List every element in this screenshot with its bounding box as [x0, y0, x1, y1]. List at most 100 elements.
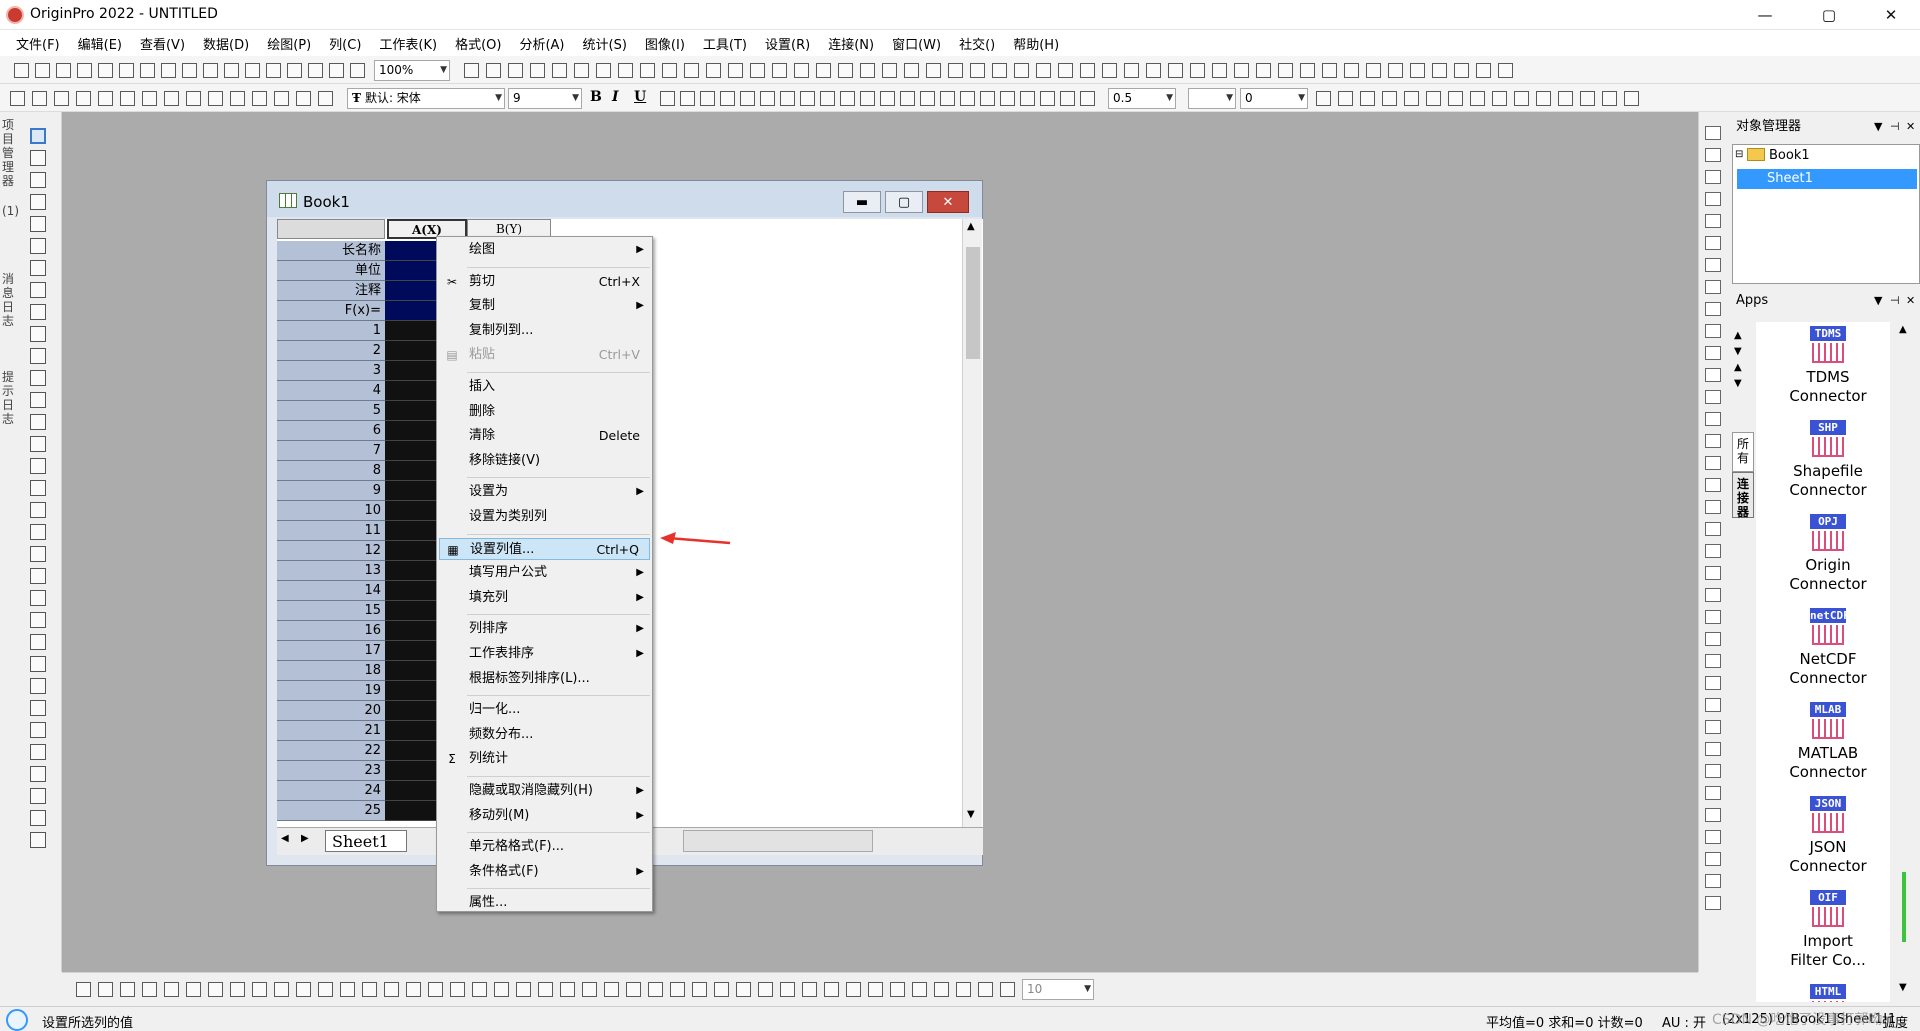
toolbar-icon[interactable] [296, 91, 311, 106]
toolbar-icon[interactable] [208, 91, 223, 106]
context-item-0[interactable]: 绘图 ▶ [439, 239, 650, 261]
toolbar-icon[interactable] [860, 63, 875, 78]
menu-item-4[interactable]: 绘图(P) [265, 32, 313, 55]
side-tool-icon[interactable] [1705, 610, 1721, 624]
toolbar-icon[interactable] [838, 63, 853, 78]
italic-button[interactable]: I [612, 89, 619, 105]
context-item-2[interactable]: ✂ 剪切 Ctrl+X [439, 271, 650, 293]
menu-item-16[interactable]: 帮助(H) [1011, 32, 1061, 55]
tool-icon[interactable] [30, 656, 46, 672]
row-number[interactable]: 15 [277, 601, 385, 621]
context-item-4[interactable]: 复制列到... [439, 320, 650, 342]
toolbar-icon[interactable] [648, 982, 663, 997]
column-a-cell[interactable] [385, 521, 437, 541]
zoom-combo[interactable]: 100% ▼ [374, 60, 450, 81]
toolbar-icon[interactable] [1470, 91, 1485, 106]
toolbar-icon[interactable] [840, 91, 855, 106]
side-tool-icon[interactable] [1705, 500, 1721, 514]
column-a-cell[interactable] [385, 541, 437, 561]
row-number[interactable]: 2 [277, 341, 385, 361]
minimize-button[interactable]: — [1742, 0, 1788, 30]
context-item-9[interactable]: 清除 Delete [439, 425, 650, 447]
toolbar-icon[interactable] [76, 91, 91, 106]
toolbar-icon[interactable] [1190, 63, 1205, 78]
fill-size-combo[interactable]: ▼ [1188, 88, 1236, 109]
toolbar-icon[interactable] [960, 91, 975, 106]
toolbar-icon[interactable] [1102, 63, 1117, 78]
tool-icon[interactable] [30, 260, 46, 276]
row-number[interactable]: 3 [277, 361, 385, 381]
menu-item-9[interactable]: 统计(S) [581, 32, 629, 55]
side-tool-icon[interactable] [1705, 566, 1721, 580]
toolbar-icon[interactable] [508, 63, 523, 78]
toolbar-icon[interactable] [287, 63, 302, 78]
scroll-thumb[interactable] [966, 247, 980, 359]
side-tool-icon[interactable] [1705, 390, 1721, 404]
side-tool-icon[interactable] [1705, 478, 1721, 492]
context-item-31[interactable]: 条件格式(F) ▶ [439, 861, 650, 883]
tool-icon[interactable] [30, 568, 46, 584]
toolbar-icon[interactable] [472, 982, 487, 997]
column-a-cell[interactable] [385, 621, 437, 641]
tool-icon[interactable] [30, 282, 46, 298]
toolbar-icon[interactable] [252, 982, 267, 997]
toolbar-icon[interactable] [1300, 63, 1315, 78]
context-item-12[interactable]: 设置为 ▶ [439, 481, 650, 503]
menu-item-11[interactable]: 工具(T) [701, 32, 749, 55]
workbook-title-bar[interactable]: Book1 ▬ ▢ ✕ [267, 181, 982, 217]
prev-sheet-button[interactable]: ◀ [281, 833, 289, 844]
toolbar-icon[interactable] [384, 982, 399, 997]
toolbar-icon[interactable] [119, 63, 134, 78]
row-number[interactable]: 1 [277, 321, 385, 341]
toolbar-icon[interactable] [464, 63, 479, 78]
toolbar-icon[interactable] [486, 63, 501, 78]
toolbar-icon[interactable] [940, 91, 955, 106]
row-number[interactable]: 19 [277, 681, 385, 701]
side-tool-icon[interactable] [1705, 412, 1721, 426]
apps-scrollbar[interactable]: ▲ ▼ [1890, 322, 1918, 1002]
context-item-3[interactable]: 复制 ▶ [439, 295, 650, 317]
toolbar-icon[interactable] [926, 63, 941, 78]
meta-row-label[interactable]: 单位 [277, 261, 385, 281]
menu-item-6[interactable]: 工作表(K) [377, 32, 439, 55]
tool-icon[interactable] [30, 436, 46, 452]
toolbar-icon[interactable] [640, 63, 655, 78]
menu-item-15[interactable]: 社交() [957, 32, 997, 55]
app-item[interactable]: OPJ Origin Connector [1756, 514, 1900, 594]
toolbar-icon[interactable] [680, 91, 695, 106]
menu-item-2[interactable]: 查看(V) [138, 32, 187, 55]
toolbar-icon[interactable] [970, 63, 985, 78]
workbook-maximize-button[interactable]: ▢ [885, 191, 923, 213]
context-item-15[interactable]: ▦ 设置列值... Ctrl+Q [439, 537, 650, 560]
column-a-cell[interactable] [385, 761, 437, 781]
toolbar-icon[interactable] [1036, 63, 1051, 78]
row-number[interactable]: 21 [277, 721, 385, 741]
toolbar-icon[interactable] [574, 63, 589, 78]
toolbar-icon[interactable] [98, 91, 113, 106]
tool-icon[interactable] [30, 370, 46, 386]
toolbar-icon[interactable] [98, 982, 113, 997]
toolbar-icon[interactable] [538, 982, 553, 997]
workbook-close-button[interactable]: ✕ [927, 191, 969, 213]
column-a-cell[interactable] [385, 581, 437, 601]
row-number[interactable]: 16 [277, 621, 385, 641]
row-number[interactable]: 6 [277, 421, 385, 441]
toolbar-icon[interactable] [161, 63, 176, 78]
toolbar-icon[interactable] [1124, 63, 1139, 78]
side-tool-icon[interactable] [1705, 192, 1721, 206]
column-a-cell[interactable] [385, 641, 437, 661]
toolbar-icon[interactable] [714, 982, 729, 997]
toolbar-icon[interactable] [98, 63, 113, 78]
column-a-cell[interactable] [385, 341, 437, 361]
tool-icon[interactable] [30, 392, 46, 408]
toolbar-icon[interactable] [14, 63, 29, 78]
context-item-33[interactable]: 属性... [439, 892, 650, 914]
context-item-10[interactable]: 移除链接(V) [439, 450, 650, 472]
context-item-8[interactable]: 删除 [439, 401, 650, 423]
context-item-24[interactable]: 频数分布... [439, 724, 650, 746]
toolbar-icon[interactable] [728, 63, 743, 78]
tool-icon[interactable] [30, 546, 46, 562]
toolbar-icon[interactable] [912, 982, 927, 997]
underline-button[interactable]: U [634, 89, 646, 105]
toolbar-icon[interactable] [1382, 91, 1397, 106]
